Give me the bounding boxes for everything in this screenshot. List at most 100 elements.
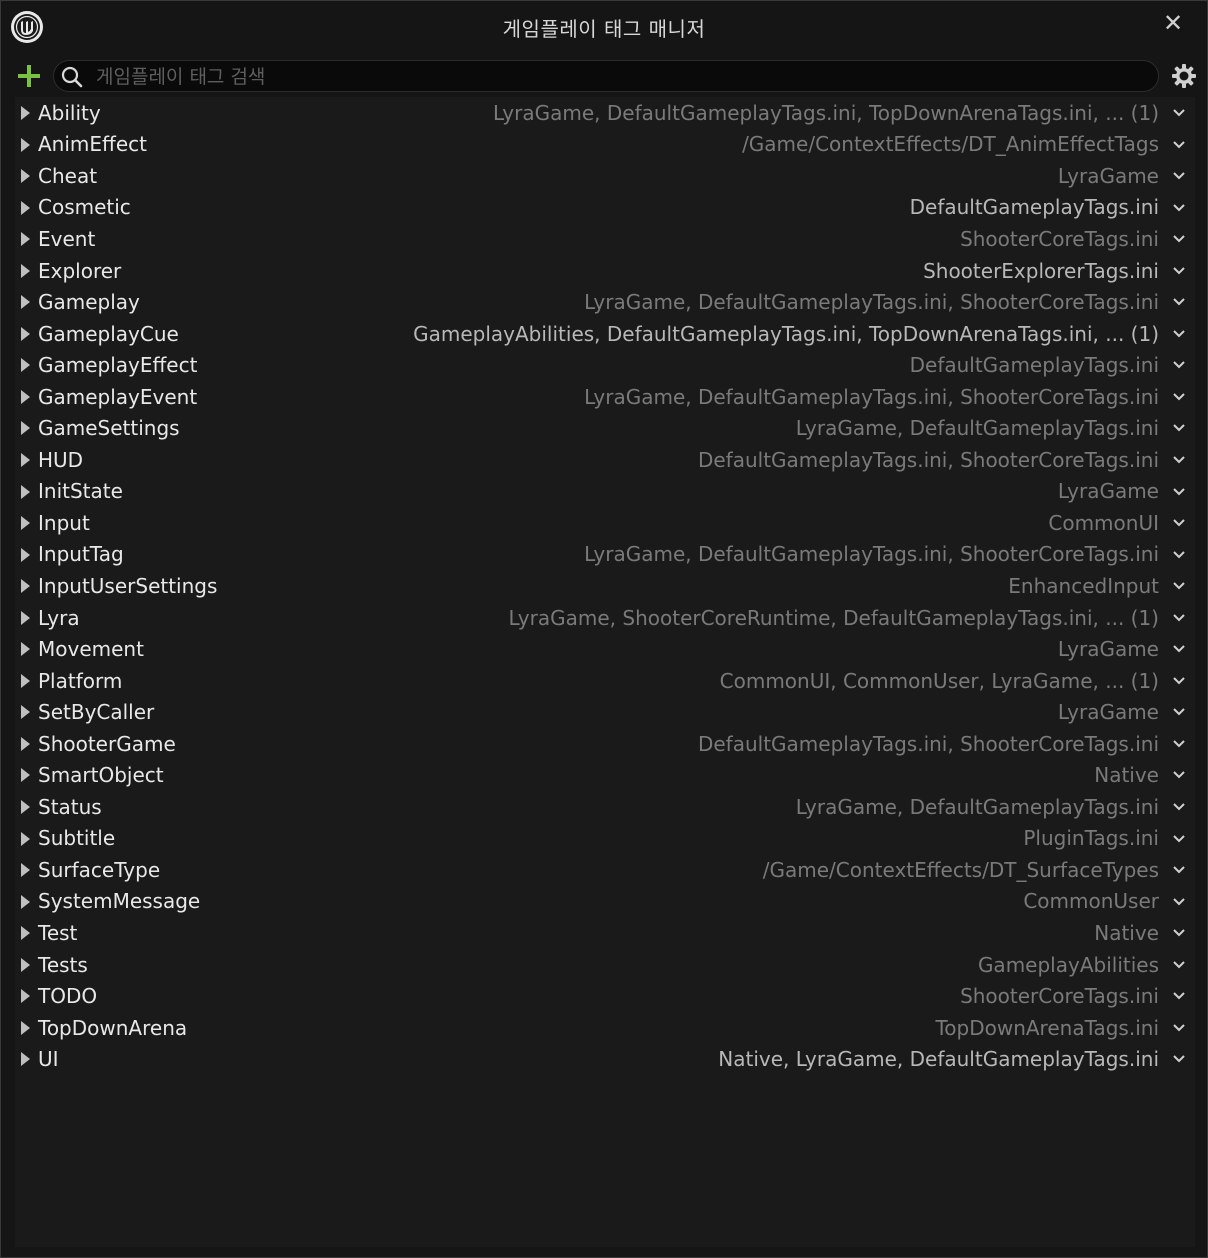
chevron-down-icon[interactable] bbox=[1171, 294, 1187, 310]
tag-row[interactable]: InitState LyraGame bbox=[15, 476, 1195, 508]
expand-triangle-icon[interactable] bbox=[21, 232, 30, 247]
tag-row[interactable]: Platform CommonUI, CommonUser, LyraGame, … bbox=[15, 665, 1195, 697]
tag-row[interactable]: Status LyraGame, DefaultGameplayTags.ini bbox=[15, 791, 1195, 823]
tag-row[interactable]: AnimEffect/Game/ContextEffects/DT_AnimEf… bbox=[15, 129, 1195, 161]
tag-row[interactable]: SetByCaller LyraGame bbox=[15, 696, 1195, 728]
chevron-down-icon[interactable] bbox=[1171, 326, 1187, 342]
chevron-down-icon[interactable] bbox=[1171, 389, 1187, 405]
tag-row[interactable]: SurfaceType/Game/ContextEffects/DT_Surfa… bbox=[15, 854, 1195, 886]
expand-triangle-icon[interactable] bbox=[21, 295, 30, 310]
expand-triangle-icon[interactable] bbox=[21, 957, 30, 972]
expand-triangle-icon[interactable] bbox=[21, 863, 30, 878]
expand-triangle-icon[interactable] bbox=[21, 642, 30, 657]
chevron-down-icon[interactable] bbox=[1171, 1020, 1187, 1036]
tag-row[interactable]: Lyra LyraGame, ShooterCoreRuntime, Defaul… bbox=[15, 602, 1195, 634]
chevron-down-icon[interactable] bbox=[1171, 547, 1187, 563]
tag-row[interactable]: InputUserSettings EnhancedInput bbox=[15, 570, 1195, 602]
expand-triangle-icon[interactable] bbox=[21, 1020, 30, 1035]
chevron-down-icon[interactable] bbox=[1171, 831, 1187, 847]
expand-triangle-icon[interactable] bbox=[21, 389, 30, 404]
tag-row[interactable]: Movement LyraGame bbox=[15, 633, 1195, 665]
expand-triangle-icon[interactable] bbox=[21, 989, 30, 1004]
tag-row[interactable]: Gameplay LyraGame, DefaultGameplayTags.in… bbox=[15, 286, 1195, 318]
chevron-down-icon[interactable] bbox=[1171, 1051, 1187, 1067]
search-input[interactable] bbox=[94, 61, 1148, 93]
chevron-down-icon[interactable] bbox=[1171, 894, 1187, 910]
chevron-down-icon[interactable] bbox=[1171, 168, 1187, 184]
chevron-down-icon[interactable] bbox=[1171, 231, 1187, 247]
expand-triangle-icon[interactable] bbox=[21, 705, 30, 720]
tag-row[interactable]: Cheat LyraGame bbox=[15, 160, 1195, 192]
expand-triangle-icon[interactable] bbox=[21, 516, 30, 531]
tag-row[interactable]: GameplayEvent LyraGame, DefaultGameplayTa… bbox=[15, 381, 1195, 413]
add-tag-button[interactable] bbox=[15, 62, 43, 90]
expand-triangle-icon[interactable] bbox=[21, 453, 30, 468]
chevron-down-icon[interactable] bbox=[1171, 988, 1187, 1004]
expand-triangle-icon[interactable] bbox=[21, 926, 30, 941]
chevron-down-icon[interactable] bbox=[1171, 452, 1187, 468]
expand-triangle-icon[interactable] bbox=[21, 894, 30, 909]
expand-triangle-icon[interactable] bbox=[21, 263, 30, 278]
tag-row[interactable]: TODO ShooterCoreTags.ini bbox=[15, 980, 1195, 1012]
chevron-down-icon[interactable] bbox=[1171, 641, 1187, 657]
chevron-down-icon[interactable] bbox=[1171, 420, 1187, 436]
chevron-down-icon[interactable] bbox=[1171, 799, 1187, 815]
tag-row[interactable]: GameplayCue GameplayAbilities, DefaultGam… bbox=[15, 318, 1195, 350]
expand-triangle-icon[interactable] bbox=[21, 200, 30, 215]
expand-triangle-icon[interactable] bbox=[21, 169, 30, 184]
chevron-down-icon[interactable] bbox=[1171, 673, 1187, 689]
expand-triangle-icon[interactable] bbox=[21, 673, 30, 688]
expand-triangle-icon[interactable] bbox=[21, 137, 30, 152]
tag-row[interactable]: GameplayEffect DefaultGameplayTags.ini bbox=[15, 349, 1195, 381]
chevron-down-icon[interactable] bbox=[1171, 610, 1187, 626]
chevron-down-icon[interactable] bbox=[1171, 957, 1187, 973]
tag-row[interactable]: TopDownArena TopDownArenaTags.ini bbox=[15, 1012, 1195, 1044]
tag-row[interactable]: Test Native bbox=[15, 917, 1195, 949]
tag-row[interactable]: Tests GameplayAbilities bbox=[15, 949, 1195, 981]
tag-row[interactable]: SmartObject Native bbox=[15, 759, 1195, 791]
tag-row[interactable]: Explorer ShooterExplorerTags.ini bbox=[15, 255, 1195, 287]
tag-row[interactable]: ShooterGame DefaultGameplayTags.ini, Shoo… bbox=[15, 728, 1195, 760]
tag-row[interactable]: GameSettings LyraGame, DefaultGameplayTag… bbox=[15, 412, 1195, 444]
expand-triangle-icon[interactable] bbox=[21, 1052, 30, 1067]
tag-row[interactable]: Event ShooterCoreTags.ini bbox=[15, 223, 1195, 255]
chevron-down-icon[interactable] bbox=[1171, 105, 1187, 121]
chevron-down-icon[interactable] bbox=[1171, 357, 1187, 373]
expand-triangle-icon[interactable] bbox=[21, 610, 30, 625]
chevron-down-icon[interactable] bbox=[1171, 515, 1187, 531]
chevron-down-icon[interactable] bbox=[1171, 767, 1187, 783]
chevron-down-icon[interactable] bbox=[1171, 578, 1187, 594]
chevron-down-icon[interactable] bbox=[1171, 704, 1187, 720]
expand-triangle-icon[interactable] bbox=[21, 800, 30, 815]
chevron-down-icon[interactable] bbox=[1171, 200, 1187, 216]
tag-name: Lyra bbox=[38, 605, 80, 630]
expand-triangle-icon[interactable] bbox=[21, 326, 30, 341]
chevron-down-icon[interactable] bbox=[1171, 484, 1187, 500]
tag-row[interactable]: InputTag LyraGame, DefaultGameplayTags.in… bbox=[15, 539, 1195, 571]
expand-triangle-icon[interactable] bbox=[21, 768, 30, 783]
tag-name: Test bbox=[38, 920, 78, 945]
expand-triangle-icon[interactable] bbox=[21, 547, 30, 562]
expand-triangle-icon[interactable] bbox=[21, 421, 30, 436]
expand-triangle-icon[interactable] bbox=[21, 106, 30, 120]
tag-row[interactable]: Input CommonUI bbox=[15, 507, 1195, 539]
expand-triangle-icon[interactable] bbox=[21, 579, 30, 594]
tag-row[interactable]: SystemMessage CommonUser bbox=[15, 886, 1195, 918]
expand-triangle-icon[interactable] bbox=[21, 736, 30, 751]
settings-button[interactable] bbox=[1171, 63, 1197, 89]
tag-row[interactable]: HUD DefaultGameplayTags.ini, ShooterCoreT… bbox=[15, 444, 1195, 476]
chevron-down-icon[interactable] bbox=[1171, 137, 1187, 153]
chevron-down-icon[interactable] bbox=[1171, 862, 1187, 878]
chevron-down-icon[interactable] bbox=[1171, 736, 1187, 752]
tag-row[interactable]: UI Native, LyraGame, DefaultGameplayTags.… bbox=[15, 1043, 1195, 1075]
expand-triangle-icon[interactable] bbox=[21, 831, 30, 846]
expand-triangle-icon[interactable] bbox=[21, 358, 30, 373]
chevron-down-icon[interactable] bbox=[1171, 263, 1187, 279]
close-icon[interactable]: ✕ bbox=[1161, 11, 1185, 35]
tag-row[interactable]: Ability LyraGame, DefaultGameplayTags.ini… bbox=[15, 97, 1195, 129]
tag-row[interactable]: Cosmetic DefaultGameplayTags.ini bbox=[15, 192, 1195, 224]
expand-triangle-icon[interactable] bbox=[21, 484, 30, 499]
tag-row[interactable]: Subtitle PluginTags.ini bbox=[15, 823, 1195, 855]
tag-source: ShooterCoreTags.ini bbox=[960, 226, 1159, 251]
chevron-down-icon[interactable] bbox=[1171, 925, 1187, 941]
